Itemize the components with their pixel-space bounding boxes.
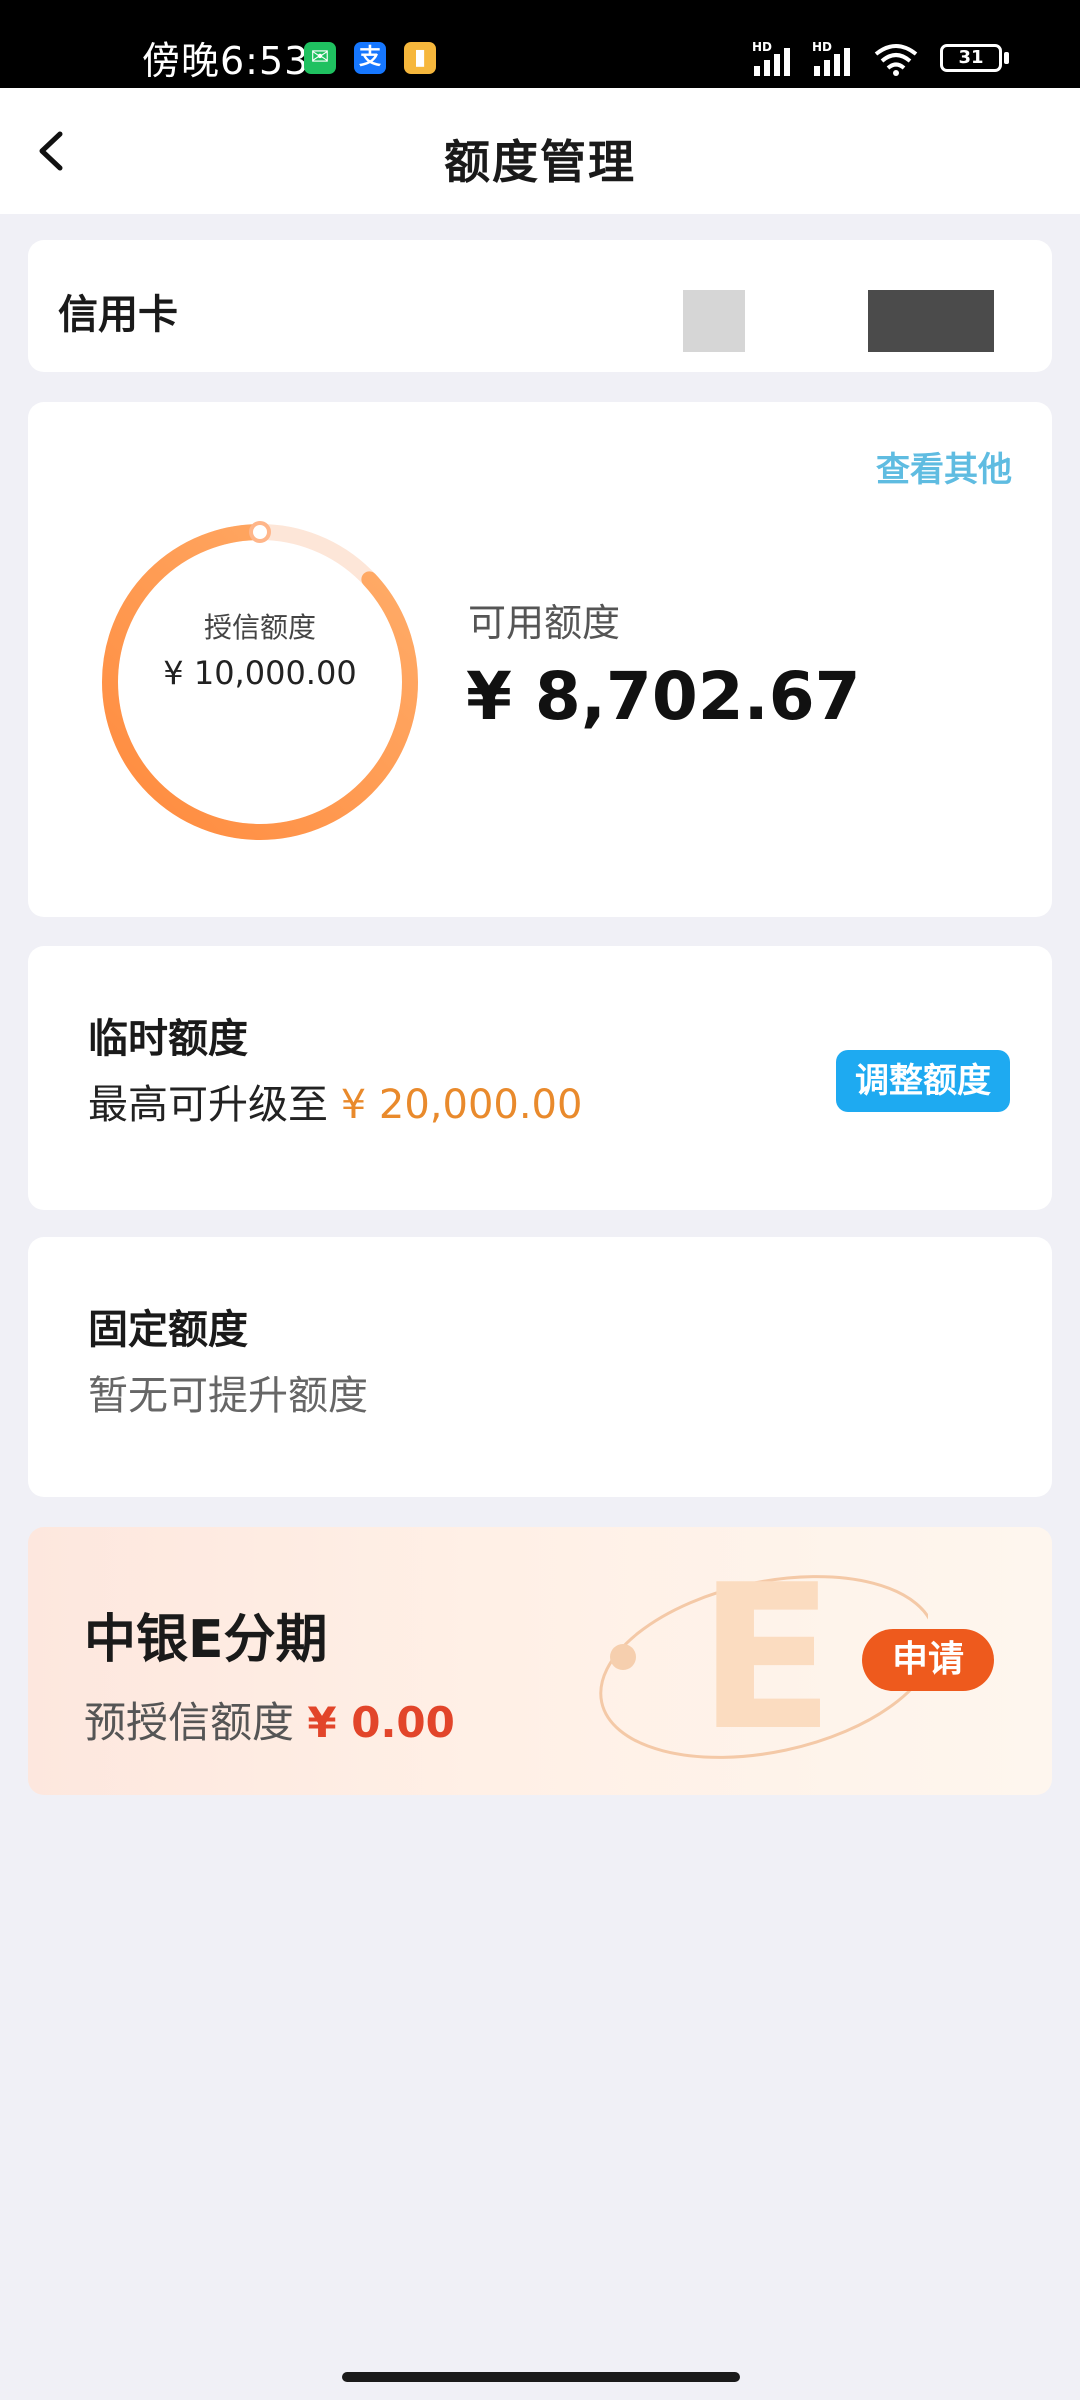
svg-text:E: E	[698, 1542, 835, 1775]
signal-icon-1	[754, 48, 790, 76]
ring-start-dot	[249, 521, 271, 543]
fixed-limit-card: 固定额度 暂无可提升额度	[28, 1237, 1052, 1497]
wifi-icon	[874, 44, 918, 76]
nav-bar: 额度管理	[0, 88, 1080, 214]
e-installment-card[interactable]: E 中银E分期 预授信额度 ¥ 0.00 申请	[28, 1527, 1052, 1795]
temporary-limit-card: 临时额度 最高可升级至 ¥ 20,000.00 调整额度	[28, 946, 1052, 1210]
battery-tip	[1004, 52, 1009, 64]
credit-limit-value: ¥ 10,000.00	[163, 654, 357, 692]
available-limit-value: ¥ 8,702.67	[466, 658, 861, 735]
credit-limit-label: 授信额度	[203, 611, 316, 644]
fixed-limit-sub: 暂无可提升额度	[88, 1373, 368, 1419]
view-other-link[interactable]: 查看其他	[876, 442, 1012, 491]
alipay-icon: 支	[354, 42, 386, 74]
available-limit-label: 可用额度	[468, 601, 621, 645]
credit-card-row[interactable]: 信用卡	[28, 240, 1052, 372]
masked-card-number-2	[868, 290, 994, 352]
temporary-limit-sub-label: 最高可升级至	[88, 1082, 328, 1128]
apply-button[interactable]: 申请	[862, 1629, 994, 1691]
credit-ring: 授信额度 ¥ 10,000.00	[80, 502, 440, 862]
e-installment-amount: ¥ 0.00	[307, 1698, 455, 1747]
temporary-limit-title: 临时额度	[88, 1016, 248, 1062]
limit-overview-card: 查看其他 授信额度 ¥ 10,000.00 可用额度 ¥ 8,702.67	[28, 402, 1052, 917]
home-indicator[interactable]	[342, 2372, 740, 2382]
e-installment-sub: 预授信额度 ¥ 0.00	[84, 1689, 455, 1750]
temporary-limit-sub: 最高可升级至 ¥ 20,000.00	[88, 1072, 582, 1130]
battery-icon: 31	[940, 44, 1002, 72]
e-installment-title: 中银E分期	[84, 1610, 328, 1670]
temporary-limit-amount: ¥ 20,000.00	[340, 1082, 583, 1128]
wechat-icon: ✉	[304, 42, 336, 74]
masked-card-number-1	[683, 290, 745, 352]
status-time: 傍晚6:53	[142, 39, 310, 83]
credit-card-label: 信用卡	[58, 292, 178, 338]
signal-icon-2	[814, 48, 850, 76]
e-installment-sub-label: 预授信额度	[84, 1698, 295, 1747]
status-bar: 傍晚6:53 ✉ 支 ▮ HD HD 31	[0, 0, 1080, 88]
fixed-limit-title: 固定额度	[88, 1307, 248, 1353]
page-title: 额度管理	[444, 135, 636, 189]
notes-icon: ▮	[404, 42, 436, 74]
adjust-limit-button[interactable]: 调整额度	[836, 1050, 1010, 1112]
